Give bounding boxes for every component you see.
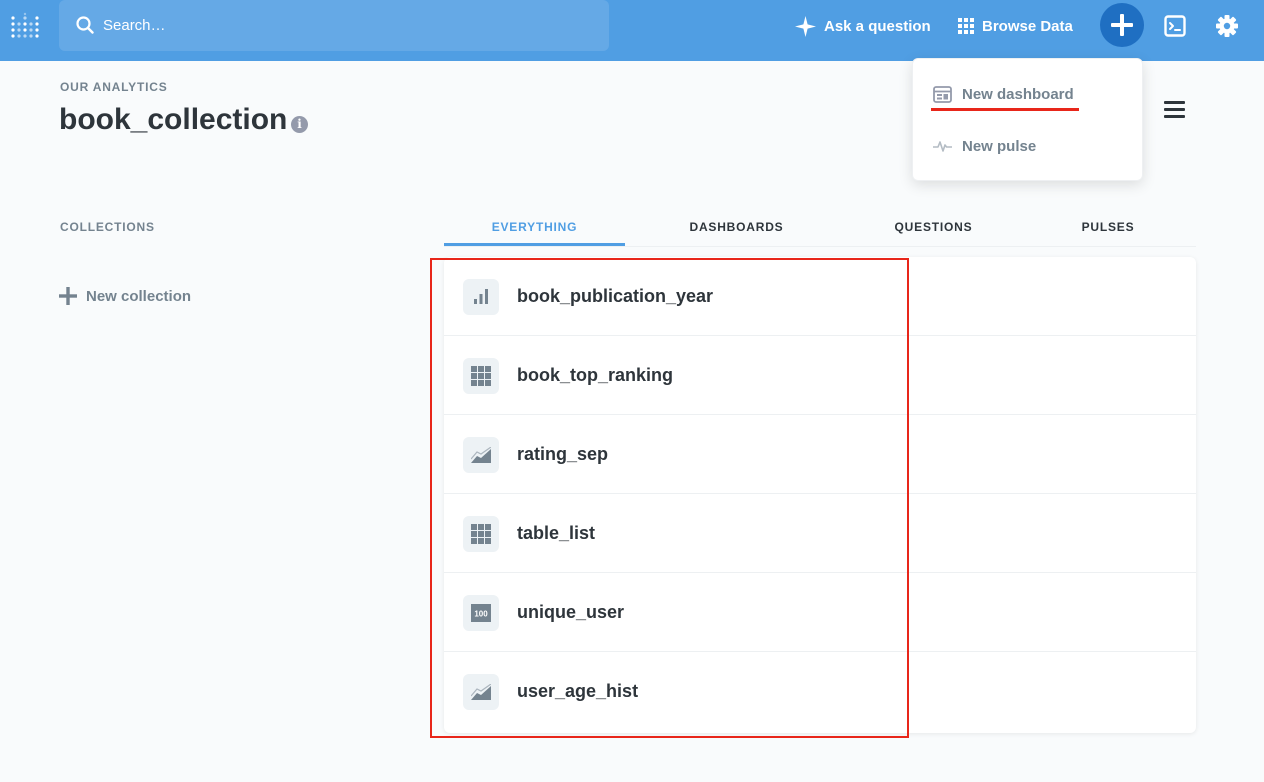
search-icon bbox=[76, 16, 94, 34]
new-pulse-menu-item[interactable]: New pulse bbox=[933, 133, 1036, 159]
area-chart-icon bbox=[463, 437, 499, 473]
browse-data-button[interactable]: Browse Data bbox=[958, 14, 1073, 38]
new-pulse-label: New pulse bbox=[962, 137, 1037, 155]
tab-everything[interactable]: EVERYTHING bbox=[444, 211, 625, 246]
table-icon bbox=[463, 516, 499, 552]
top-navbar: Ask a question Browse Data bbox=[0, 0, 1264, 61]
scalar-icon-text: 100 bbox=[474, 610, 488, 619]
search-bar[interactable] bbox=[59, 0, 609, 51]
list-item[interactable]: book_top_ranking bbox=[444, 336, 1196, 415]
tab-dashboards[interactable]: DASHBOARDS bbox=[644, 211, 829, 246]
item-name[interactable]: book_publication_year bbox=[517, 286, 713, 307]
item-name[interactable]: unique_user bbox=[517, 602, 624, 623]
new-dashboard-menu-item[interactable]: New dashboard bbox=[933, 81, 1074, 107]
items-list: book_publication_year book_top_ranking r… bbox=[444, 257, 1196, 733]
browse-data-label: Browse Data bbox=[982, 17, 1073, 35]
hamburger-menu-icon[interactable] bbox=[1164, 101, 1186, 119]
breadcrumb[interactable]: OUR ANALYTICS bbox=[60, 80, 168, 94]
sql-editor-button[interactable] bbox=[1163, 14, 1187, 38]
list-item[interactable]: book_publication_year bbox=[444, 257, 1196, 336]
new-item-button[interactable] bbox=[1100, 3, 1144, 47]
info-icon[interactable]: i bbox=[291, 116, 308, 133]
new-collection-label: New collection bbox=[86, 287, 192, 305]
ask-question-button[interactable]: Ask a question bbox=[795, 14, 931, 38]
dashboard-icon bbox=[933, 85, 952, 103]
new-item-dropdown: New dashboard New pulse bbox=[912, 58, 1143, 181]
list-item[interactable]: table_list bbox=[444, 494, 1196, 573]
new-collection-button[interactable]: New collection bbox=[59, 287, 191, 305]
settings-button[interactable] bbox=[1215, 14, 1239, 38]
metabase-logo-icon[interactable] bbox=[10, 12, 40, 42]
item-name[interactable]: book_top_ranking bbox=[517, 365, 673, 386]
annotation-underline bbox=[931, 108, 1079, 111]
item-name[interactable]: rating_sep bbox=[517, 444, 608, 465]
plus-icon bbox=[1111, 14, 1133, 36]
page-title: book_collection bbox=[59, 103, 288, 136]
item-name[interactable]: user_age_hist bbox=[517, 681, 638, 702]
pulse-icon bbox=[933, 141, 952, 152]
gear-icon bbox=[1216, 15, 1238, 37]
item-type-tabs: EVERYTHING DASHBOARDS QUESTIONS PULSES bbox=[444, 211, 1196, 247]
tab-questions[interactable]: QUESTIONS bbox=[846, 211, 1021, 246]
tab-pulses[interactable]: PULSES bbox=[1034, 211, 1182, 246]
ask-question-label: Ask a question bbox=[824, 17, 931, 35]
plus-icon bbox=[59, 287, 77, 305]
collections-heading: COLLECTIONS bbox=[60, 220, 155, 234]
sql-terminal-icon bbox=[1164, 15, 1186, 37]
list-item[interactable]: 100 unique_user bbox=[444, 573, 1196, 652]
list-item[interactable]: rating_sep bbox=[444, 415, 1196, 494]
sparkle-icon bbox=[795, 15, 816, 37]
grid-icon bbox=[958, 18, 974, 34]
new-dashboard-label: New dashboard bbox=[962, 85, 1074, 103]
bar-chart-icon bbox=[463, 279, 499, 315]
area-chart-icon bbox=[463, 674, 499, 710]
scalar-number-icon: 100 bbox=[463, 595, 499, 631]
search-input[interactable] bbox=[103, 14, 583, 36]
list-item[interactable]: user_age_hist bbox=[444, 652, 1196, 731]
item-name[interactable]: table_list bbox=[517, 523, 595, 544]
table-icon bbox=[463, 358, 499, 394]
